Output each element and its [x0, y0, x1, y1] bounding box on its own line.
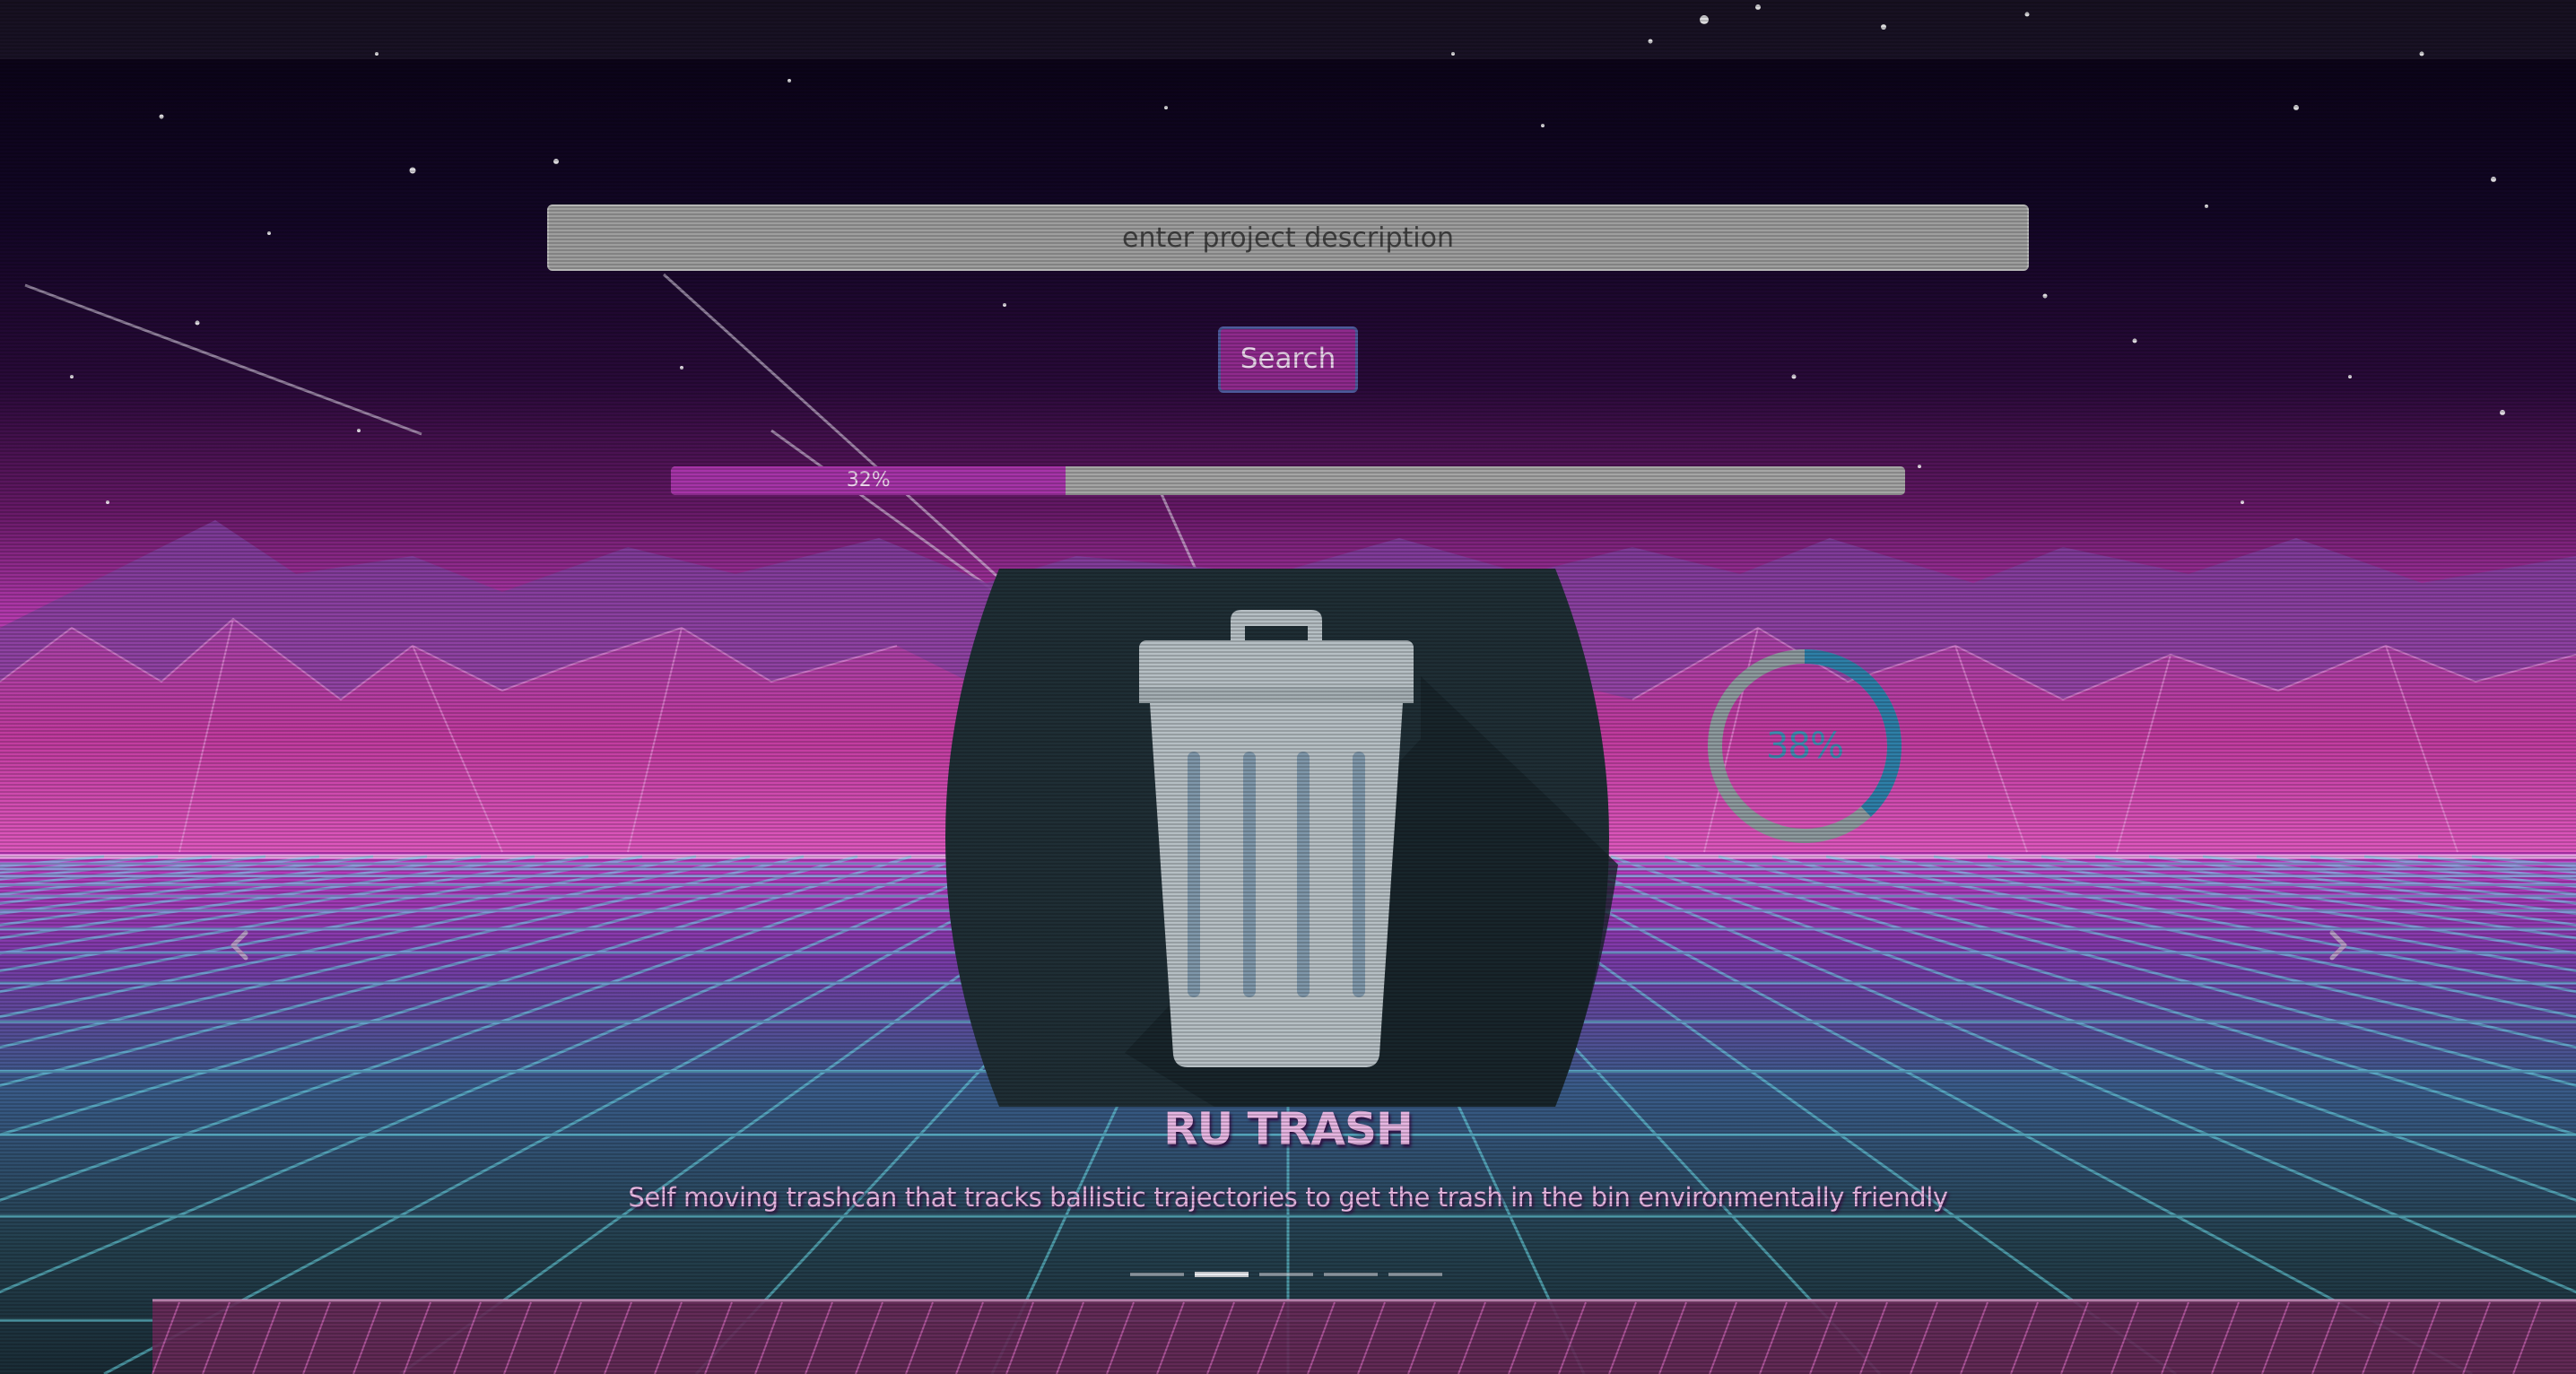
- search-button[interactable]: Search: [1218, 326, 1358, 393]
- progress-bar: 32%: [671, 466, 1905, 495]
- carousel-indicator[interactable]: [1195, 1272, 1249, 1277]
- carousel-indicator[interactable]: [1388, 1273, 1442, 1276]
- progress-bar-label: 32%: [846, 469, 891, 491]
- page: Search 32% 38%: [0, 0, 2576, 1374]
- carousel-indicator[interactable]: [1259, 1273, 1313, 1276]
- project-description-input[interactable]: [547, 204, 2029, 271]
- carousel-next-button[interactable]: [2316, 924, 2359, 967]
- chevron-left-icon: [231, 930, 248, 961]
- chevron-right-icon: [2329, 930, 2347, 961]
- progress-ring-label: 38%: [1766, 726, 1844, 767]
- carousel-indicators: [1130, 1270, 1446, 1279]
- trash-can-icon: [945, 569, 1618, 1107]
- project-title: RU TRASH: [1163, 1103, 1414, 1155]
- project-description: Self moving trashcan that tracks ballist…: [628, 1182, 1948, 1213]
- carousel-previous-button[interactable]: [219, 924, 262, 967]
- progress-ring: 38%: [1704, 646, 1905, 847]
- carousel-slide-image: [918, 569, 1636, 1107]
- carousel-indicator[interactable]: [1324, 1273, 1378, 1276]
- carousel-indicator[interactable]: [1130, 1273, 1184, 1276]
